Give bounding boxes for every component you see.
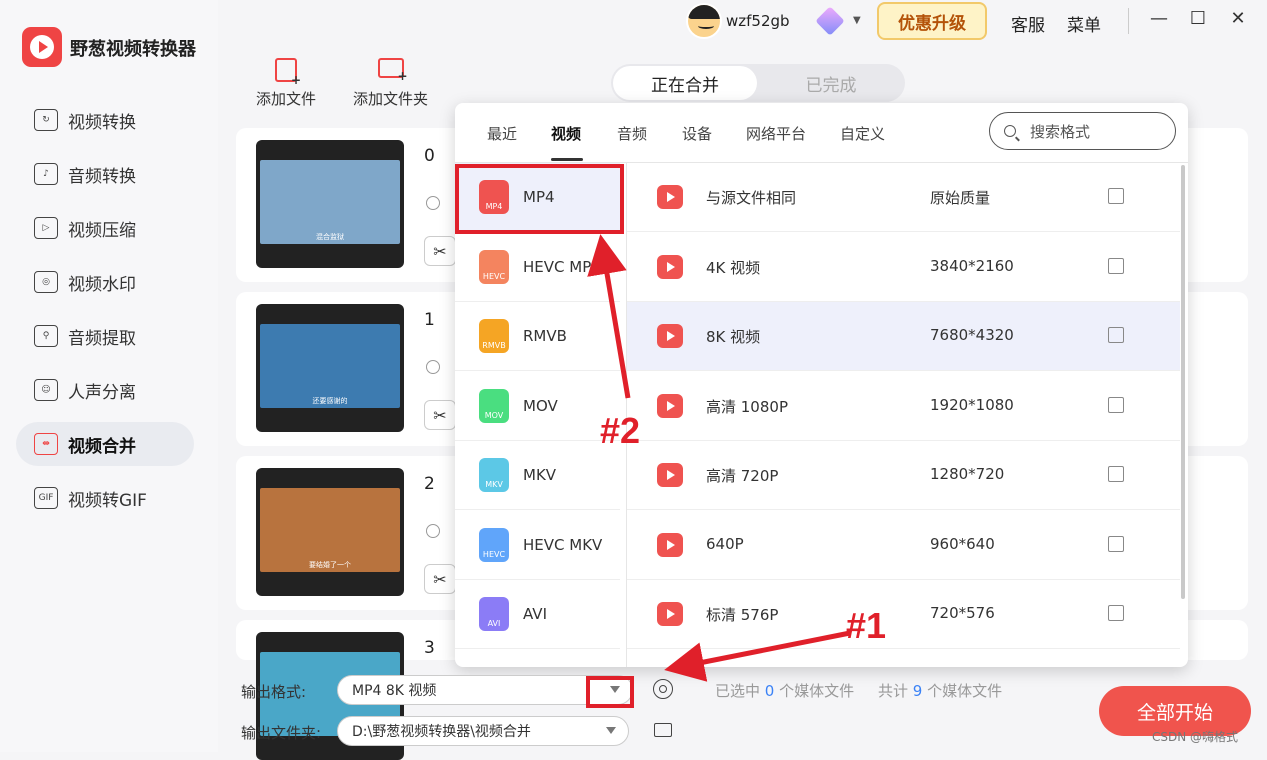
annotation-arrows	[587, 234, 851, 682]
arrow-to-dropdown	[664, 630, 851, 682]
annotation-label-1: #1	[846, 605, 887, 646]
arrow-to-mp4	[587, 234, 631, 399]
annotation-label-2: #2	[600, 410, 641, 451]
